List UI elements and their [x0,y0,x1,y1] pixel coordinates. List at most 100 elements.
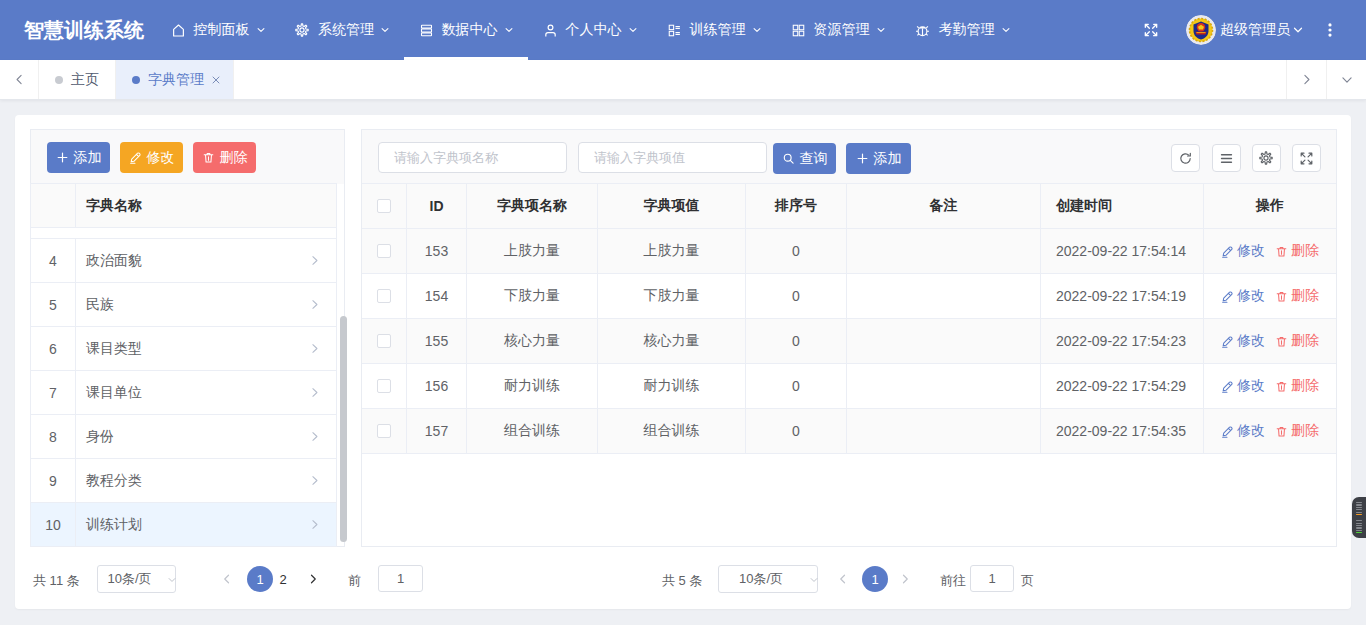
density-menu-icon[interactable] [1212,144,1241,172]
close-icon[interactable] [210,74,222,86]
edit-row-link[interactable]: 修改 [1221,422,1265,440]
cell-id: 155 [407,319,467,363]
chevron-right-icon [308,298,321,311]
row-checkbox[interactable] [377,244,391,258]
menu-label: 个人中心 [566,21,622,39]
delete-row-link[interactable]: 删除 [1275,377,1319,395]
row-checkbox[interactable] [377,289,391,303]
tabs-scroll-right-button[interactable] [1286,60,1326,99]
left-prev-page-button[interactable] [213,565,241,593]
cell-created: 2022-09-22 17:54:14 [1041,229,1204,273]
select-all-checkbox[interactable] [377,199,391,213]
menu-training[interactable]: 训练管理 [652,0,776,60]
row-checkbox-cell [362,319,407,363]
cell-sort: 0 [746,274,847,318]
right-jumper-label: 前往 [940,572,966,590]
dict-row[interactable]: 8 身份 [31,415,336,459]
dict-row[interactable]: 5 民族 [31,283,336,327]
left-next-page-button[interactable] [299,565,327,593]
table-fullscreen-icon[interactable] [1292,144,1321,172]
edit-dict-button[interactable]: 修改 [120,142,183,173]
avatar[interactable] [1186,15,1216,45]
left-page-jumper-input[interactable] [378,565,423,592]
table-row: 155 核心力量 核心力量 0 2022-09-22 17:54:23 修改 [362,319,1336,364]
chevron-down-icon [876,25,886,35]
add-dict-button[interactable]: 添加 [47,142,110,173]
right-page-jumper-input[interactable] [970,565,1014,592]
dict-row[interactable]: 9 教程分类 [31,459,336,503]
cell-id: 154 [407,274,467,318]
top-navbar: 智慧训练系统 控制面板 系统管理 数据中心 [0,0,1366,60]
left-page-size-select[interactable]: 10条/页 [97,565,176,593]
fullscreen-icon[interactable] [1143,22,1159,38]
row-checkbox[interactable] [377,424,391,438]
menu-label: 数据中心 [442,21,498,39]
dict-row[interactable]: 4 政治面貌 [31,239,336,283]
refresh-icon[interactable] [1171,144,1200,172]
row-checkbox[interactable] [377,379,391,393]
dict-row-index: 8 [31,415,76,458]
button-label: 删除 [220,149,248,167]
edit-link-label: 修改 [1237,332,1265,350]
dict-row-index: 4 [31,239,76,282]
cell-name: 耐力训练 [467,364,598,408]
chevron-down-icon[interactable] [1292,24,1304,36]
dict-row[interactable]: 6 课目类型 [31,327,336,371]
cell-operations: 修改 删除 [1204,364,1336,408]
edit-row-link[interactable]: 修改 [1221,242,1265,260]
delete-dict-button[interactable]: 删除 [193,142,256,173]
right-page-1-button[interactable]: 1 [862,566,888,592]
left-page-2-button[interactable]: 2 [270,566,296,592]
menu-system[interactable]: 系统管理 [280,0,404,60]
header-value: 字典项值 [598,184,746,228]
dict-row[interactable]: 7 课目单位 [31,371,336,415]
edit-row-link[interactable]: 修改 [1221,377,1265,395]
home-icon [171,23,186,38]
add-dict-item-button[interactable]: 添加 [846,143,911,174]
page-size-label: 10条/页 [107,570,151,588]
edit-row-link[interactable]: 修改 [1221,332,1265,350]
right-page-size-select[interactable]: 10条/页 [718,565,818,593]
tab-home[interactable]: 主页 [39,60,116,99]
right-next-page-button[interactable] [891,565,919,593]
cell-operations: 修改 删除 [1204,274,1336,318]
right-total-count: 共 5 条 [662,572,702,590]
left-list-scrollbar-thumb[interactable] [340,316,347,542]
delete-row-link[interactable]: 删除 [1275,422,1319,440]
left-pagination: 共 11 条 10条/页 1 2 前 [28,565,428,593]
more-options-icon[interactable] [1322,22,1338,38]
dict-row[interactable]: 10 训练计划 [31,503,336,547]
username[interactable]: 超级管理员 [1220,21,1290,39]
cell-sort: 0 [746,319,847,363]
app-logo: 智慧训练系统 [24,0,144,60]
tabs-scroll-left-button[interactable] [0,60,39,99]
row-checkbox-cell [362,229,407,273]
tabs-menu-button[interactable] [1326,60,1366,99]
menu-attendance[interactable]: 考勤管理 [900,0,1024,60]
dict-row-index: 7 [31,371,76,414]
menu-dashboard[interactable]: 控制面板 [156,0,280,60]
chevron-down-icon [504,25,514,35]
dict-item-name-input[interactable] [378,142,567,173]
settings-gear-icon[interactable] [1252,144,1281,172]
left-jumper-label: 前 [348,572,361,590]
chevron-down-icon [380,25,390,35]
row-checkbox[interactable] [377,334,391,348]
cell-operations: 修改 删除 [1204,409,1336,453]
tab-dot [55,76,63,84]
server-icon [419,23,434,38]
right-prev-page-button[interactable] [829,565,857,593]
scroll-indicator-widget[interactable] [1352,497,1366,538]
tab-dict-management[interactable]: 字典管理 [116,60,234,99]
menu-personal[interactable]: 个人中心 [528,0,652,60]
table-row: 157 组合训练 组合训练 0 2022-09-22 17:54:35 修改 [362,409,1336,454]
dict-item-value-input[interactable] [578,142,767,173]
edit-row-link[interactable]: 修改 [1221,287,1265,305]
delete-row-link[interactable]: 删除 [1275,242,1319,260]
search-button[interactable]: 查询 [773,143,836,174]
delete-row-link[interactable]: 删除 [1275,332,1319,350]
menu-data-center[interactable]: 数据中心 [404,0,528,60]
menu-resource[interactable]: 资源管理 [776,0,900,60]
delete-row-link[interactable]: 删除 [1275,287,1319,305]
cell-name: 核心力量 [467,319,598,363]
